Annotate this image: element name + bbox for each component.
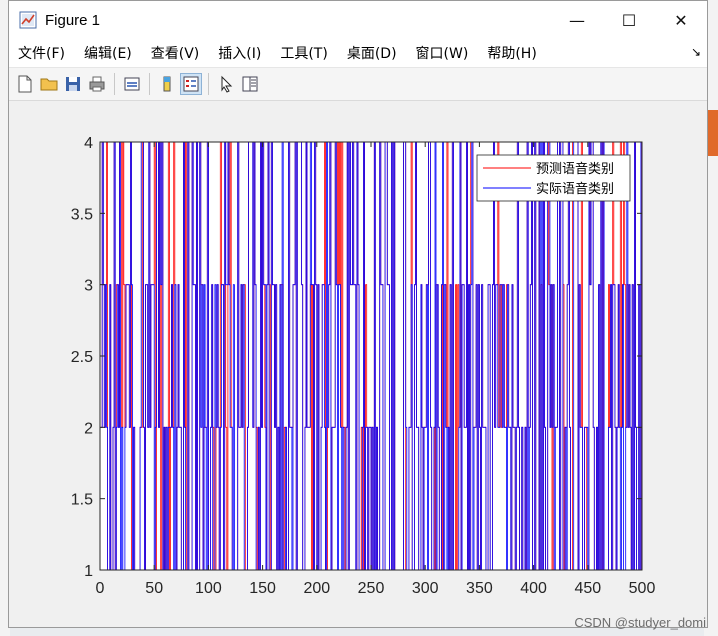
- y-tick-label: 2: [84, 420, 93, 437]
- menu-insert[interactable]: 插入(I): [209, 43, 271, 63]
- y-tick-label: 4: [84, 135, 93, 152]
- pointer-icon[interactable]: [215, 73, 237, 95]
- y-tick-label: 3.5: [71, 206, 93, 223]
- x-tick-label: 0: [96, 580, 105, 597]
- y-tick-label: 3: [84, 278, 93, 295]
- x-tick-label: 350: [466, 580, 493, 597]
- x-tick-label: 500: [629, 580, 656, 597]
- y-tick-label: 1.5: [71, 492, 93, 509]
- link-plot-icon[interactable]: [121, 73, 143, 95]
- x-tick-label: 100: [195, 580, 222, 597]
- figure-canvas: 0 50 100 150 200 250 300 350 400 450 500 1 1.5 2 2.5 3…: [9, 101, 707, 627]
- menu-desktop[interactable]: 桌面(D): [338, 43, 407, 63]
- y-tick-label: 1: [84, 563, 93, 580]
- title-bar[interactable]: Figure 1 — ☐ ✕: [9, 1, 707, 39]
- x-tick-label: 300: [412, 580, 439, 597]
- toolbar-separator: [114, 73, 115, 95]
- new-figure-icon[interactable]: [14, 73, 36, 95]
- x-tick-label: 400: [520, 580, 547, 597]
- menu-window[interactable]: 窗口(W): [407, 43, 479, 63]
- menu-view[interactable]: 查看(V): [142, 43, 210, 63]
- line-chart[interactable]: 0 50 100 150 200 250 300 350 400 450 500 1 1.5 2 2.5 3…: [9, 101, 707, 627]
- toolbar-separator: [208, 73, 209, 95]
- window-title: Figure 1: [45, 11, 101, 29]
- menu-edit[interactable]: 编辑(E): [75, 43, 142, 63]
- watermark: CSDN @studyer_domi: [574, 615, 706, 630]
- toolbar-separator: [149, 73, 150, 95]
- matlab-figure-icon: [19, 11, 37, 29]
- minimize-button[interactable]: —: [551, 1, 603, 39]
- menu-help[interactable]: 帮助(H): [478, 43, 546, 63]
- insert-colorbar-icon[interactable]: [156, 73, 178, 95]
- legend[interactable]: 预测语音类别 实际语音类别: [476, 154, 631, 202]
- x-tick-label: 250: [358, 580, 385, 597]
- x-tick-label: 150: [249, 580, 276, 597]
- open-file-icon[interactable]: [38, 73, 60, 95]
- save-icon[interactable]: [62, 73, 84, 95]
- x-tick-label: 50: [145, 580, 163, 597]
- maximize-button[interactable]: ☐: [603, 1, 655, 39]
- menu-bar: 文件(F) 编辑(E) 查看(V) 插入(I) 工具(T) 桌面(D) 窗口(W…: [9, 39, 707, 68]
- insert-legend-icon[interactable]: [180, 73, 202, 95]
- figure-window: Figure 1 — ☐ ✕ 文件(F) 编辑(E) 查看(V) 插入(I) 工…: [8, 0, 708, 628]
- close-button[interactable]: ✕: [655, 1, 707, 39]
- x-tick-label: 200: [303, 580, 330, 597]
- x-tick-label: 450: [574, 580, 601, 597]
- menu-tools[interactable]: 工具(T): [271, 43, 337, 63]
- legend-label-predicted: 预测语音类别: [536, 161, 614, 177]
- y-tick-label: 2.5: [71, 349, 93, 366]
- print-icon[interactable]: [86, 73, 108, 95]
- dock-figure-icon[interactable]: ↘: [691, 45, 701, 59]
- figure-toolbar: [9, 68, 707, 101]
- menu-file[interactable]: 文件(F): [9, 43, 75, 63]
- property-inspector-icon[interactable]: [239, 73, 261, 95]
- legend-label-actual: 实际语音类别: [536, 181, 614, 197]
